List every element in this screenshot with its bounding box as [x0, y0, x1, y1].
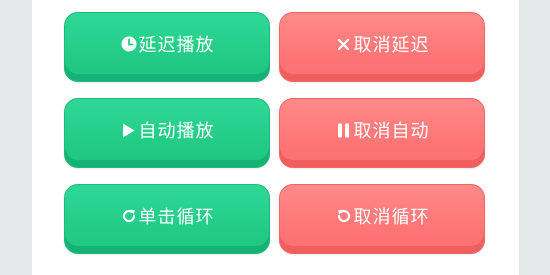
button-content: 取消循环 — [335, 203, 430, 229]
cancel-delay-label: 取消延迟 — [353, 35, 430, 56]
clock-icon — [120, 35, 138, 53]
button-content: 取消延迟 — [335, 31, 430, 57]
auto-play-button[interactable]: 自动播放 — [64, 98, 270, 168]
cancel-auto-label: 取消自动 — [353, 121, 430, 142]
button-content: 自动播放 — [120, 117, 215, 143]
single-loop-button[interactable]: 单击循环 — [64, 184, 270, 254]
cancel-delay-button[interactable]: 取消延迟 — [279, 12, 485, 82]
cancel-loop-button[interactable]: 取消循环 — [279, 184, 485, 254]
redo-icon — [120, 207, 138, 225]
button-content: 延迟播放 — [120, 31, 215, 57]
cancel-auto-button[interactable]: 取消自动 — [279, 98, 485, 168]
cancel-loop-label: 取消循环 — [353, 207, 430, 228]
play-icon — [120, 121, 138, 139]
delay-play-label: 延迟播放 — [138, 35, 215, 56]
pause-icon — [335, 121, 353, 139]
single-loop-label: 单击循环 — [138, 207, 215, 228]
undo-icon — [335, 207, 353, 225]
auto-play-label: 自动播放 — [138, 121, 215, 142]
delay-play-button[interactable]: 延迟播放 — [64, 12, 270, 82]
button-content: 取消自动 — [335, 117, 430, 143]
close-icon — [335, 35, 353, 53]
button-content: 单击循环 — [120, 203, 215, 229]
